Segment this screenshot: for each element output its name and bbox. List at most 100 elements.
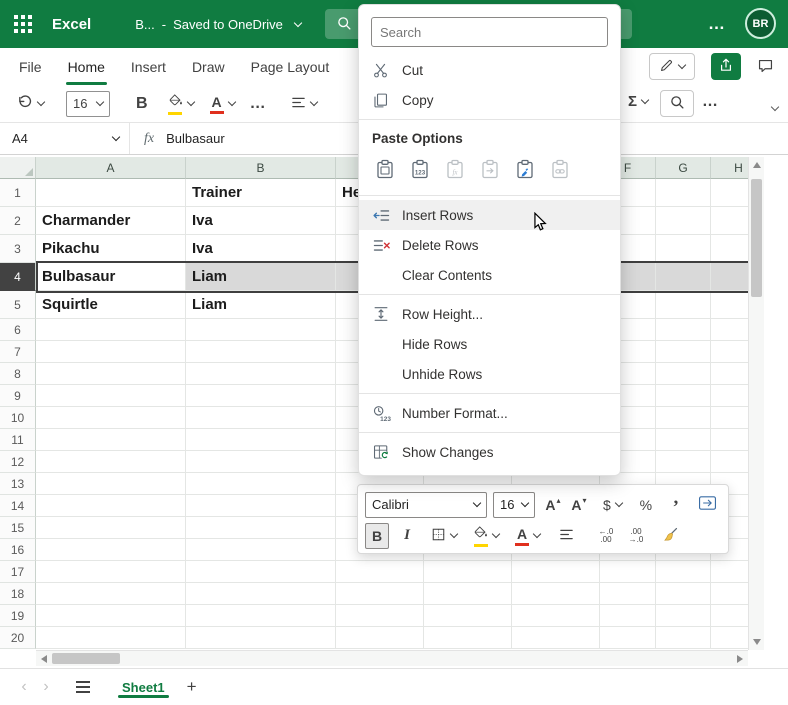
- decrease-decimal-button[interactable]: .00→.0: [624, 523, 648, 549]
- autosum-button[interactable]: Σ: [628, 93, 648, 110]
- cell-B4[interactable]: Liam: [186, 263, 336, 291]
- paste-values-icon[interactable]: 123: [407, 156, 433, 182]
- alignment-button[interactable]: [291, 96, 317, 112]
- row-header-18[interactable]: 18: [0, 583, 36, 605]
- find-button[interactable]: [660, 90, 694, 117]
- tab-draw[interactable]: Draw: [179, 48, 238, 85]
- context-menu-search-input[interactable]: [380, 25, 599, 40]
- collapse-ribbon-button[interactable]: [767, 98, 778, 113]
- cell-A14[interactable]: [36, 495, 186, 517]
- more-font-options-button[interactable]: …: [250, 95, 267, 113]
- sheet-tab-sheet1[interactable]: Sheet1: [114, 669, 173, 705]
- cell-H18[interactable]: [711, 583, 748, 605]
- font-size-select[interactable]: 16: [493, 492, 535, 518]
- select-all-corner[interactable]: [0, 157, 36, 179]
- menu-item-show-changes[interactable]: Show Changes: [359, 437, 620, 467]
- row-header-5[interactable]: 5: [0, 291, 36, 319]
- app-title[interactable]: Excel: [52, 16, 91, 33]
- row-header-11[interactable]: 11: [0, 429, 36, 451]
- paste-formulas-icon[interactable]: fx: [442, 156, 468, 182]
- row-header-4[interactable]: 4: [0, 263, 36, 291]
- vertical-scroll-thumb[interactable]: [751, 179, 762, 297]
- increase-decimal-button[interactable]: ←.0.00: [594, 523, 618, 549]
- fill-color-button[interactable]: [469, 523, 503, 549]
- font-name-select[interactable]: Calibri: [365, 492, 487, 518]
- cell-B17[interactable]: [186, 561, 336, 583]
- menu-item-hide-rows[interactable]: Hide Rows: [359, 329, 620, 359]
- editing-mode-button[interactable]: [649, 53, 695, 80]
- cell-A17[interactable]: [36, 561, 186, 583]
- cell-D20[interactable]: [424, 627, 512, 649]
- prev-sheet-button[interactable]: ‹: [16, 678, 32, 696]
- borders-button[interactable]: [427, 523, 461, 549]
- tab-insert[interactable]: Insert: [118, 48, 179, 85]
- add-sheet-button[interactable]: +: [187, 677, 197, 697]
- grow-font-button[interactable]: A▴: [541, 492, 565, 518]
- cell-B2[interactable]: Iva: [186, 207, 336, 235]
- cell-H10[interactable]: [711, 407, 748, 429]
- cell-B12[interactable]: [186, 451, 336, 473]
- cell-A10[interactable]: [36, 407, 186, 429]
- scroll-up-icon[interactable]: [753, 162, 761, 168]
- cell-H6[interactable]: [711, 319, 748, 341]
- cell-F19[interactable]: [600, 605, 656, 627]
- cell-H2[interactable]: [711, 207, 748, 235]
- next-sheet-button[interactable]: ›: [38, 678, 54, 696]
- row-header-15[interactable]: 15: [0, 517, 36, 539]
- name-box[interactable]: A4: [0, 123, 130, 154]
- cell-G12[interactable]: [656, 451, 711, 473]
- fx-button[interactable]: fx: [144, 131, 154, 147]
- more-toolbar-button[interactable]: …: [702, 93, 719, 111]
- cell-G4[interactable]: [656, 263, 711, 291]
- scroll-right-icon[interactable]: [737, 655, 743, 663]
- cell-G11[interactable]: [656, 429, 711, 451]
- cell-F17[interactable]: [600, 561, 656, 583]
- menu-item-copy[interactable]: Copy: [359, 85, 620, 115]
- row-header-2[interactable]: 2: [0, 207, 36, 235]
- paste-formatting-icon[interactable]: [512, 156, 538, 182]
- cell-F18[interactable]: [600, 583, 656, 605]
- font-size-select[interactable]: 16: [66, 91, 110, 117]
- comments-button[interactable]: [757, 57, 774, 77]
- cell-B13[interactable]: [186, 473, 336, 495]
- row-header-14[interactable]: 14: [0, 495, 36, 517]
- bold-button[interactable]: B: [365, 523, 389, 549]
- cell-C17[interactable]: [336, 561, 424, 583]
- row-header-9[interactable]: 9: [0, 385, 36, 407]
- cell-G6[interactable]: [656, 319, 711, 341]
- cell-B11[interactable]: [186, 429, 336, 451]
- menu-item-clear-contents[interactable]: Clear Contents: [359, 260, 620, 290]
- cell-B3[interactable]: Iva: [186, 235, 336, 263]
- cell-A16[interactable]: [36, 539, 186, 561]
- sheet-list-icon[interactable]: [76, 686, 90, 688]
- menu-item-delete-rows[interactable]: Delete Rows: [359, 230, 620, 260]
- row-header-10[interactable]: 10: [0, 407, 36, 429]
- tab-file[interactable]: File: [6, 48, 55, 85]
- font-color-button[interactable]: A: [210, 94, 235, 114]
- currency-format-button[interactable]: $: [599, 492, 626, 518]
- cell-C19[interactable]: [336, 605, 424, 627]
- topbar-more-button[interactable]: …: [708, 0, 726, 48]
- cell-H19[interactable]: [711, 605, 748, 627]
- undo-button[interactable]: [16, 94, 44, 114]
- share-button[interactable]: [711, 53, 741, 80]
- cell-H4[interactable]: [711, 263, 748, 291]
- comma-format-button[interactable]: ’: [664, 495, 688, 521]
- cell-E17[interactable]: [512, 561, 600, 583]
- cell-E20[interactable]: [512, 627, 600, 649]
- column-header-H[interactable]: H: [711, 157, 748, 179]
- row-header-12[interactable]: 12: [0, 451, 36, 473]
- cell-H17[interactable]: [711, 561, 748, 583]
- cell-A4[interactable]: Bulbasaur: [36, 263, 186, 291]
- cell-A7[interactable]: [36, 341, 186, 363]
- cell-D19[interactable]: [424, 605, 512, 627]
- cell-B19[interactable]: [186, 605, 336, 627]
- font-color-button[interactable]: A: [511, 523, 544, 549]
- cell-B20[interactable]: [186, 627, 336, 649]
- tab-home[interactable]: Home: [55, 48, 118, 85]
- row-header-19[interactable]: 19: [0, 605, 36, 627]
- shrink-font-button[interactable]: A▾: [567, 492, 591, 518]
- vertical-scrollbar[interactable]: [748, 157, 764, 650]
- column-header-A[interactable]: A: [36, 157, 186, 179]
- italic-button[interactable]: I: [395, 523, 419, 549]
